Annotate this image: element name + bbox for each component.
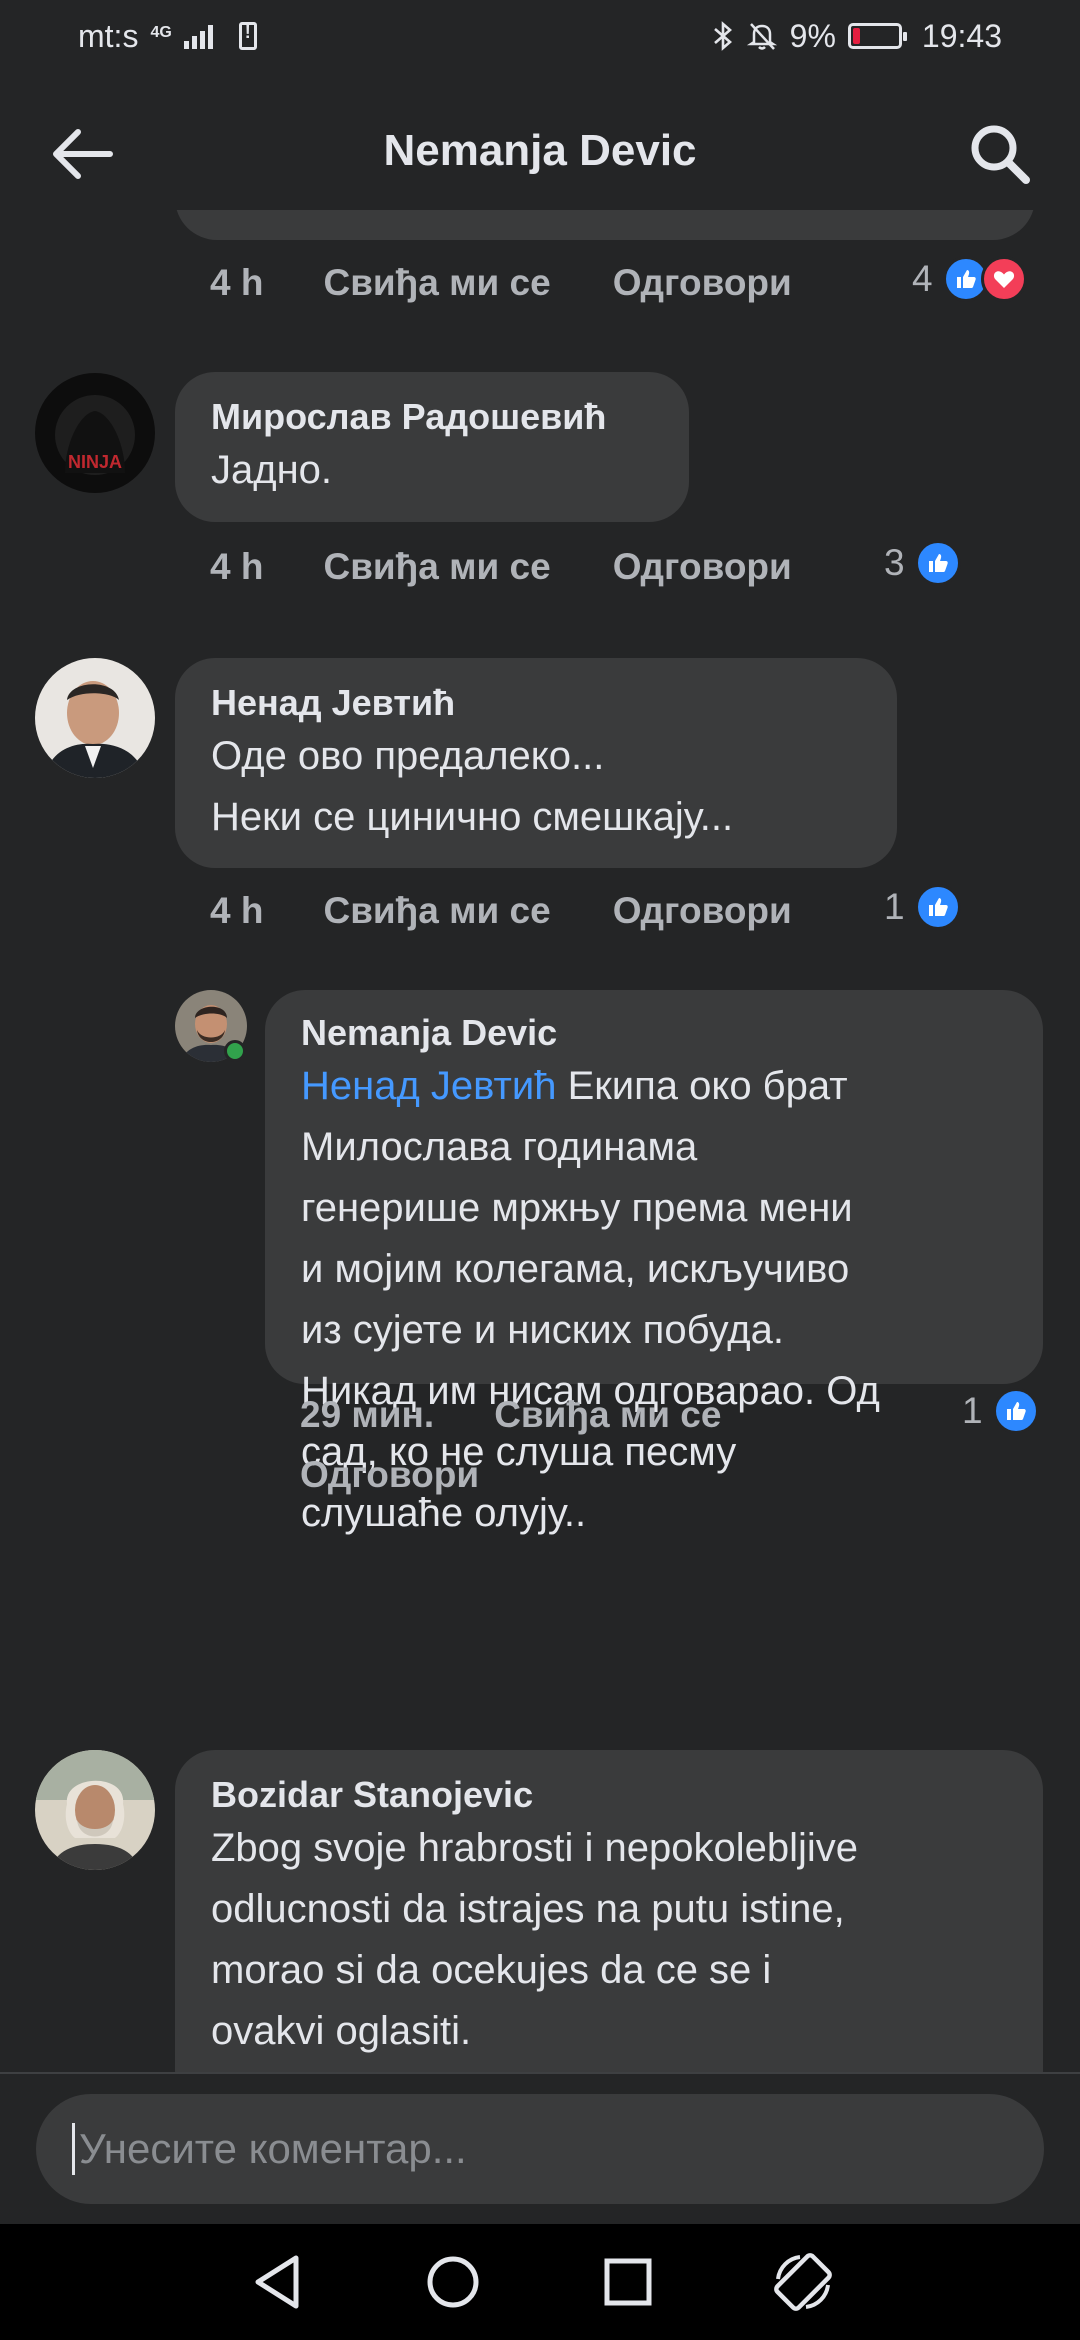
reply-author[interactable]: Nemanja Devic: [301, 1010, 1007, 1056]
reaction-count: 4: [912, 258, 933, 299]
like-button[interactable]: Свиђа ми се: [323, 546, 550, 588]
reply-text-line: и мојим колегама, искључиво: [301, 1247, 850, 1291]
online-status-icon: [224, 1040, 246, 1062]
reply-text-line: генерише мржњу према мени: [301, 1186, 853, 1230]
reply-actions: 29 мин. Свиђа ми се: [300, 1394, 721, 1436]
comment-actions: 4 h Свиђа ми се Одговори: [210, 890, 792, 932]
comment-input-placeholder: Унесите коментар...: [79, 2125, 467, 2172]
bluetooth-icon: [713, 21, 732, 51]
like-button[interactable]: Свиђа ми се: [323, 890, 550, 932]
mute-bell-icon: [746, 23, 777, 50]
reply-text-line: Милослава годинама: [301, 1125, 698, 1169]
status-bar: mt:s 4G 9% 19:43: [0, 0, 1080, 72]
clock: 19:43: [921, 17, 1002, 54]
square-recents-icon: [604, 2258, 651, 2306]
back-arrow-icon: [53, 129, 113, 179]
reactions-summary[interactable]: 3: [884, 540, 961, 586]
nav-back-button[interactable]: [233, 2237, 323, 2327]
reply-time: 29 мин.: [300, 1394, 435, 1435]
comment-bubble[interactable]: Ненад Јевтић Оде ово предалеко... Неки с…: [175, 658, 897, 868]
like-button[interactable]: Свиђа ми се: [494, 1394, 721, 1436]
mention-link[interactable]: Ненад Јевтић: [301, 1064, 556, 1108]
like-reaction-icon: [914, 884, 961, 930]
reactions-summary[interactable]: 4: [912, 256, 1027, 302]
status-left: mt:s 4G: [78, 18, 257, 55]
battery-icon: [847, 23, 907, 49]
carrier-label: mt:s: [78, 17, 139, 54]
comment-author[interactable]: Ненад Јевтић: [211, 680, 861, 726]
battery-percent: 9%: [789, 17, 836, 54]
reaction-count: 3: [884, 542, 905, 583]
search-icon: [971, 125, 1030, 184]
avatar[interactable]: [35, 1750, 155, 1870]
reaction-count: 1: [962, 1390, 983, 1431]
nav-recents-button[interactable]: [583, 2237, 673, 2327]
sim-alert-icon: [238, 22, 257, 50]
reply-text-start: Екипа око брат: [567, 1064, 848, 1108]
avatar[interactable]: NINJA: [35, 373, 155, 493]
love-reaction-icon: [980, 256, 1027, 302]
circle-home-icon: [427, 2256, 478, 2308]
rotate-screen-button[interactable]: [758, 2237, 848, 2327]
like-reaction-icon: [914, 540, 961, 586]
comment-time: 4 h: [210, 546, 264, 587]
comment-composer: Унесите коментар...: [0, 2074, 1080, 2224]
reactions-summary[interactable]: 1: [962, 1388, 1039, 1434]
comment-text: Zbog svoje hrabrosti i nepokolebljive od…: [211, 1826, 859, 2053]
comment-author[interactable]: Мирослав Радошевић: [211, 394, 653, 440]
reply-text: Ненад Јевтић Екипа око брат: [301, 1056, 1007, 1117]
svg-text:NINJA: NINJA: [68, 452, 122, 472]
signal-icon: [183, 23, 213, 49]
reply-button[interactable]: Одговори: [613, 546, 792, 588]
comment-text: Јадно.: [211, 448, 333, 492]
reply-button[interactable]: Одговори: [613, 890, 792, 932]
comment-text: Оде ово предалеко... Неки се цинично сме…: [211, 734, 734, 839]
reactions-summary[interactable]: 1: [884, 884, 961, 930]
triangle-back-icon: [255, 2255, 298, 2309]
reply-text-line: из сујете и ниских побуда.: [301, 1308, 784, 1352]
like-reaction-icon: [992, 1388, 1039, 1434]
comment-input[interactable]: Унесите коментар...: [36, 2094, 1044, 2204]
comment-time: 4 h: [210, 262, 264, 303]
reply-button[interactable]: Одговори: [613, 262, 792, 304]
previous-comment-bubble: [175, 210, 1035, 240]
status-right: 9% 19:43: [712, 18, 1002, 55]
comment-actions: 4 h Свиђа ми се Одговори: [210, 546, 792, 588]
reaction-count: 1: [884, 886, 905, 927]
text-caret: [72, 2123, 75, 2175]
comment-bubble[interactable]: Мирослав Радошевић Јадно.: [175, 372, 689, 522]
comment-bubble[interactable]: Bozidar Stanojevic Zbog svoje hrabrosti …: [175, 1750, 1043, 2072]
reply-button[interactable]: Одговори: [300, 1454, 479, 1496]
reply-bubble[interactable]: Nemanja Devic Ненад Јевтић Екипа око бра…: [265, 990, 1043, 1535]
nav-home-button[interactable]: [408, 2237, 498, 2327]
top-bar: Nemanja Devic: [0, 92, 1080, 210]
page-title: Nemanja Devic: [383, 126, 697, 175]
comments-list[interactable]: 4 h Свиђа ми се Одговори 4 NINJA Миросла…: [0, 210, 1080, 2072]
comment-actions: 4 h Свиђа ми се Одговори: [210, 262, 792, 304]
search-button[interactable]: [962, 116, 1038, 192]
network-type-label: 4G: [150, 23, 172, 41]
back-button[interactable]: [44, 116, 120, 192]
avatar[interactable]: [35, 658, 155, 778]
comment-time: 4 h: [210, 890, 264, 931]
like-button[interactable]: Свиђа ми се: [323, 262, 550, 304]
comment-author[interactable]: Bozidar Stanojevic: [211, 1772, 1007, 1818]
rotate-icon: [773, 2253, 832, 2311]
system-navigation-bar: [0, 2224, 1080, 2340]
comments-screen: mt:s 4G 9% 19:43 Nemanja Devic 4 h: [0, 0, 1080, 2340]
reply-actions-second-line: Одговори: [300, 1454, 479, 1496]
